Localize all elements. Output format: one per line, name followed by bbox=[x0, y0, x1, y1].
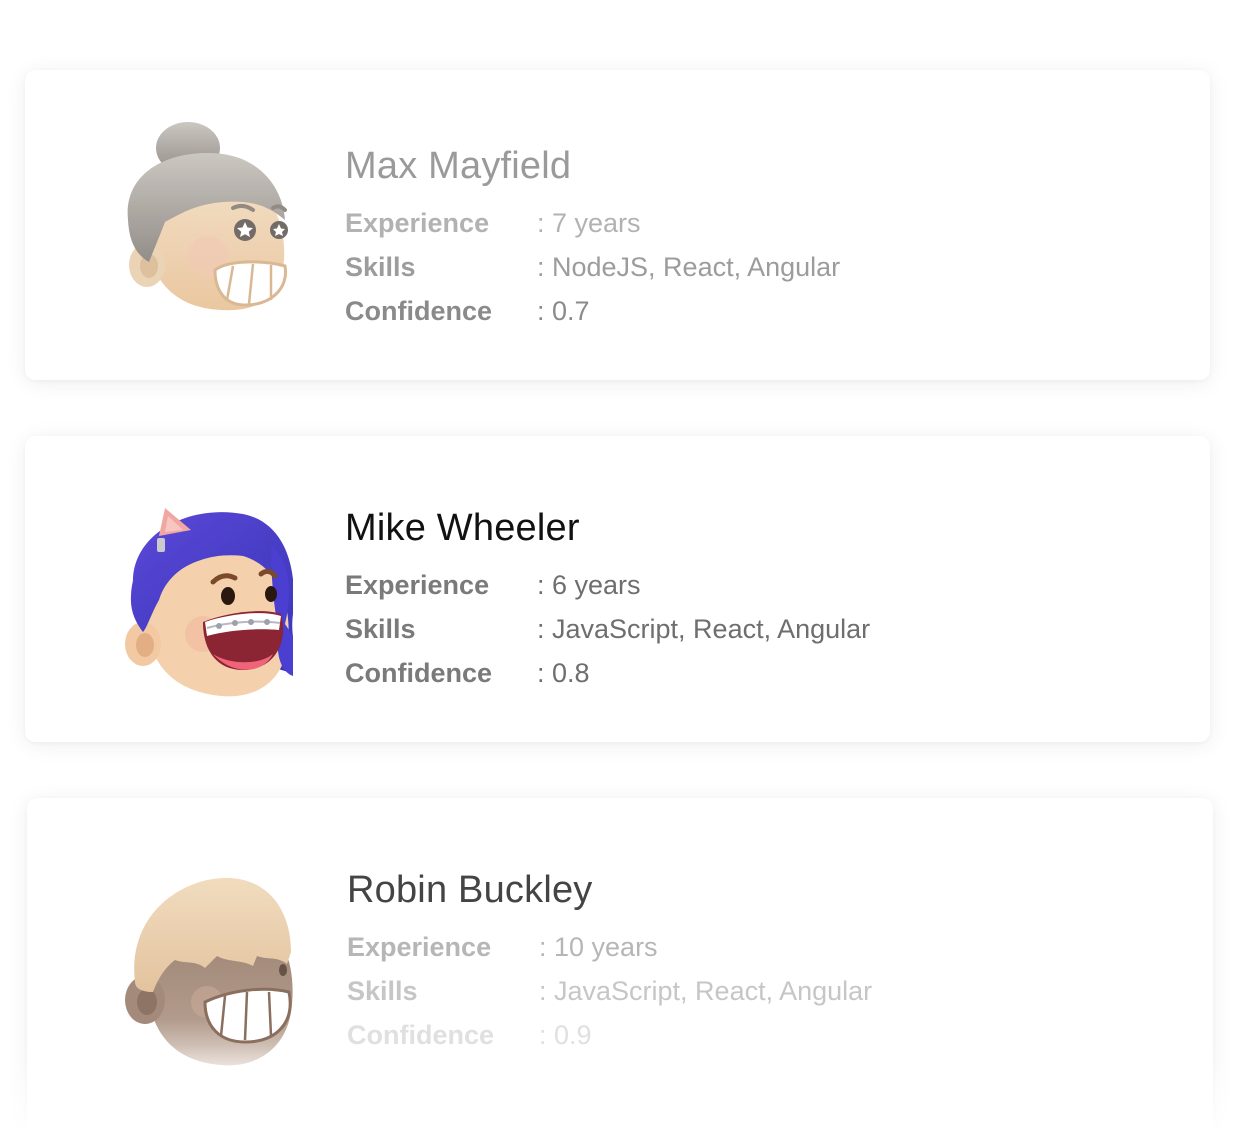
candidate-list: Max Mayfield Experience : 7 years Skills… bbox=[0, 0, 1235, 1136]
skills-label: Skills bbox=[347, 976, 418, 1006]
confidence-label: Confidence bbox=[345, 296, 493, 326]
confidence-value: : 0.9 bbox=[539, 1020, 592, 1050]
experience-row: Experience : 6 years bbox=[345, 570, 870, 614]
candidate-info: Robin Buckley Experience : 10 years Skil… bbox=[347, 868, 872, 1064]
skills-value: : JavaScript, React, Angular bbox=[537, 614, 871, 644]
confidence-label: Confidence bbox=[347, 1020, 495, 1050]
skills-row: Skills : JavaScript, React, Angular bbox=[347, 976, 872, 1020]
candidate-card[interactable]: Robin Buckley Experience : 10 years Skil… bbox=[27, 798, 1213, 1136]
candidate-name: Robin Buckley bbox=[347, 869, 593, 911]
skills-value: : NodeJS, React, Angular bbox=[537, 252, 841, 282]
confidence-value: : 0.7 bbox=[537, 296, 590, 326]
skills-value: : JavaScript, React, Angular bbox=[539, 976, 873, 1006]
skills-label: Skills bbox=[345, 252, 416, 282]
experience-value: : 7 years bbox=[537, 208, 641, 238]
avatar-bangs-grin-icon bbox=[125, 877, 293, 1066]
experience-label: Experience bbox=[345, 570, 490, 600]
candidate-card[interactable]: Max Mayfield Experience : 7 years Skills… bbox=[25, 70, 1210, 380]
candidate-info: Mike Wheeler Experience : 6 years Skills… bbox=[345, 506, 870, 702]
experience-label: Experience bbox=[347, 932, 492, 962]
confidence-row: Confidence : 0.9 bbox=[347, 1020, 872, 1064]
candidate-info: Max Mayfield Experience : 7 years Skills… bbox=[345, 144, 840, 340]
avatar-purple-hair-braces-icon bbox=[125, 508, 293, 697]
confidence-value: : 0.8 bbox=[537, 658, 590, 688]
avatar-bun-hair-grin-icon bbox=[127, 122, 288, 311]
confidence-label: Confidence bbox=[345, 658, 493, 688]
skills-row: Skills : NodeJS, React, Angular bbox=[345, 252, 840, 296]
candidate-card[interactable]: Mike Wheeler Experience : 6 years Skills… bbox=[25, 436, 1210, 742]
experience-value: : 10 years bbox=[539, 932, 658, 962]
experience-label: Experience bbox=[345, 208, 490, 238]
experience-value: : 6 years bbox=[537, 570, 641, 600]
skills-label: Skills bbox=[345, 614, 416, 644]
experience-row: Experience : 10 years bbox=[347, 932, 872, 976]
candidate-name: Mike Wheeler bbox=[345, 507, 580, 549]
skills-row: Skills : JavaScript, React, Angular bbox=[345, 614, 870, 658]
experience-row: Experience : 7 years bbox=[345, 208, 840, 252]
confidence-row: Confidence : 0.7 bbox=[345, 296, 840, 340]
confidence-row: Confidence : 0.8 bbox=[345, 658, 870, 702]
candidate-name: Max Mayfield bbox=[345, 145, 572, 187]
